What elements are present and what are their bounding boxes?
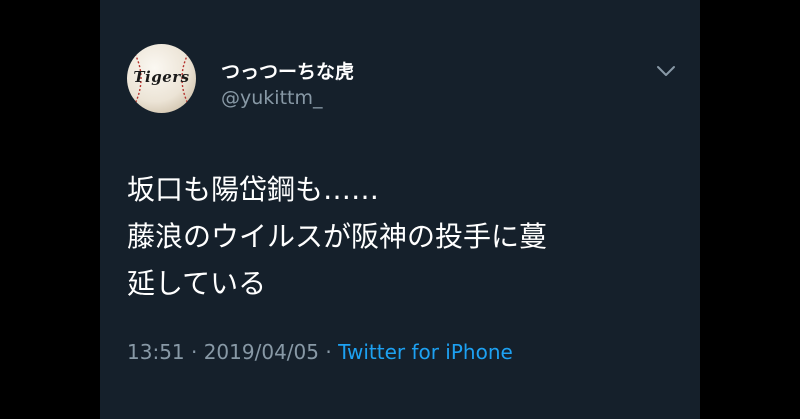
tweet-text-line: 藤浪のウイルスが阪神の投手に蔓 xyxy=(127,220,548,253)
tweet-text: 坂口も陽岱鋼も…… 藤浪のウイルスが阪神の投手に蔓 延している xyxy=(127,166,547,307)
tweet-text-line: 延している xyxy=(127,267,267,300)
user-handle[interactable]: @yukittm_ xyxy=(221,87,322,109)
display-name[interactable]: つっつーちな虎 xyxy=(221,57,354,84)
avatar[interactable]: Tigers xyxy=(127,44,196,113)
tweet-timestamp: 13:51 · 2019/04/05 · xyxy=(127,340,339,364)
avatar-logo-text: Tigers xyxy=(133,68,190,86)
tweet-card: Tigers つっつーちな虎 @yukittm_ 坂口も陽岱鋼も…… 藤浪のウイ… xyxy=(100,0,700,419)
tweet-source-link[interactable]: Twitter for iPhone xyxy=(338,340,513,364)
tweet-meta: 13:51 · 2019/04/05 · Twitter for iPhone xyxy=(127,340,513,364)
chevron-down-icon[interactable] xyxy=(654,64,678,78)
tweet-text-line: 坂口も陽岱鋼も…… xyxy=(127,173,380,206)
